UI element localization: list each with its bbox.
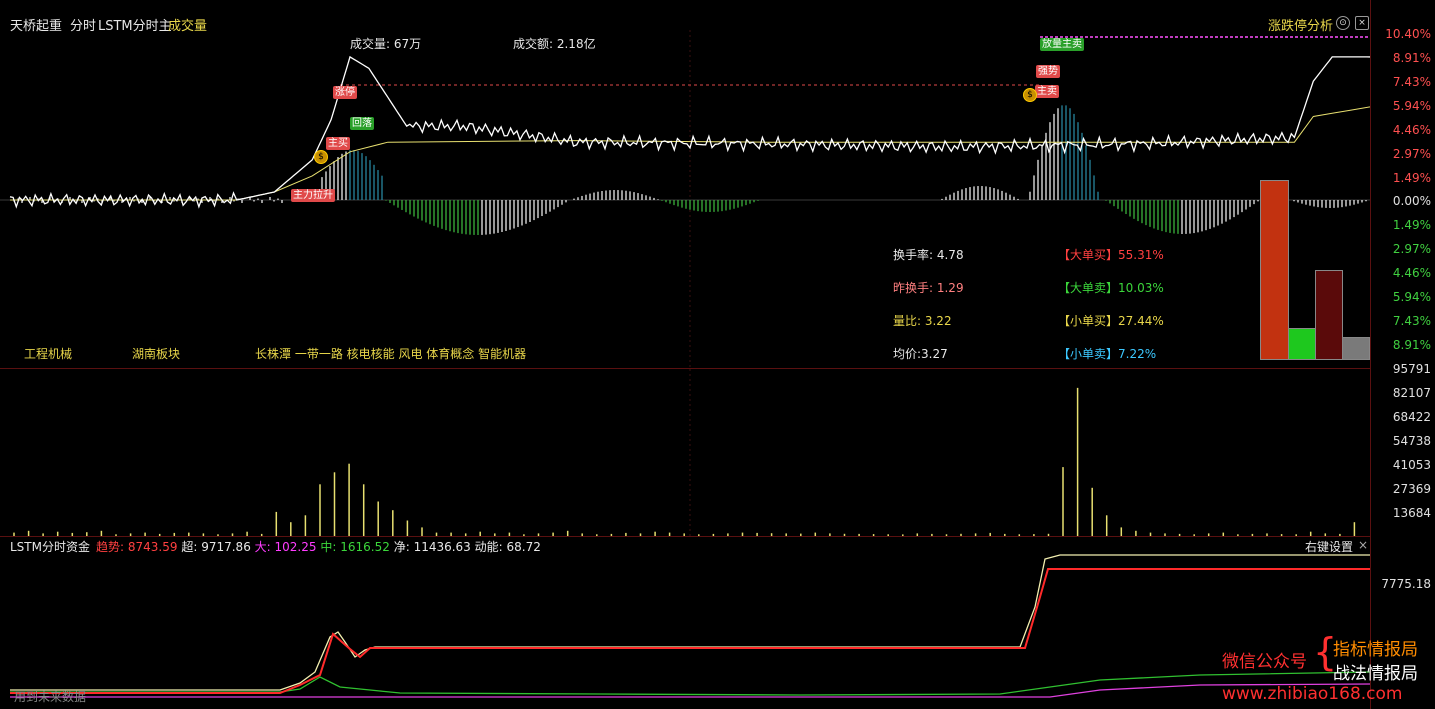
prev-turnover: 昨换手: 1.29 xyxy=(893,281,964,295)
volume-chart[interactable] xyxy=(0,369,1370,536)
price-axis-down-1: 2.97% xyxy=(1392,242,1431,256)
price-axis-up-1: 8.91% xyxy=(1392,51,1431,65)
lstm-chart[interactable] xyxy=(0,537,1370,709)
future-data-note: 用到未来数据 xyxy=(14,690,87,704)
volume-axis-1: 82107 xyxy=(1392,386,1431,400)
volume-axis-2: 68422 xyxy=(1392,410,1431,424)
big-buy-value: 55.31% xyxy=(1118,248,1164,262)
price-chart[interactable] xyxy=(0,0,1370,368)
tag-strong: 强势 xyxy=(1036,65,1060,78)
price-axis-up-6: 1.49% xyxy=(1392,171,1431,185)
big-buy-bar xyxy=(1260,180,1289,360)
industry-sector[interactable]: 工程机械 xyxy=(24,345,72,362)
coin-icon-2: $ xyxy=(1023,88,1037,102)
volume-axis-0: 95791 xyxy=(1392,362,1431,376)
volume-axis-3: 54738 xyxy=(1392,434,1431,448)
watermark-url: www.zhibiao168.com xyxy=(1222,684,1403,704)
price-axis-down-5: 8.91% xyxy=(1392,338,1431,352)
price-axis-up-3: 5.94% xyxy=(1392,99,1431,113)
small-buy-row: 【小单买】27.44% xyxy=(1058,312,1164,329)
tag-main-break: 主力拉升 xyxy=(291,189,335,202)
right-axis-separator xyxy=(1370,0,1371,709)
volume-bars xyxy=(13,387,1356,536)
small-sell-bar xyxy=(1342,337,1370,360)
big-buy-row: 【大单买】55.31% xyxy=(1058,246,1164,263)
small-sell-label: 【小单卖】 xyxy=(1058,347,1119,361)
tag-pullback: 回落 xyxy=(350,117,374,130)
lstm-axis-value: 7775.18 xyxy=(1381,577,1431,591)
big-buy-label: 【大单买】 xyxy=(1058,248,1119,262)
watermark-line1: 指标情报局 xyxy=(1333,640,1418,660)
turnover-rate: 换手率: 4.78 xyxy=(893,248,964,262)
price-axis-zero: 0.00% xyxy=(1392,194,1431,208)
tag-main-buy: 主买 xyxy=(326,137,350,150)
concept-sectors[interactable]: 长株潭 一带一路 核电核能 风电 体育概念 智能机器 xyxy=(255,345,526,362)
trend-line xyxy=(10,568,1370,694)
small-sell-value: 7.22% xyxy=(1118,347,1157,361)
region-sector[interactable]: 湖南板块 xyxy=(132,345,180,362)
price-axis-up-4: 4.46% xyxy=(1392,123,1431,137)
big-sell-value: 10.03% xyxy=(1118,281,1164,295)
mid-flow-line xyxy=(10,671,1370,696)
price-axis-up-5: 2.97% xyxy=(1392,147,1431,161)
tag-limit-up: 涨停 xyxy=(333,86,357,99)
coin-icon: $ xyxy=(314,150,328,164)
small-sell-row: 【小单卖】7.22% xyxy=(1058,345,1156,362)
tag-volume-main-sell: 放量主卖 xyxy=(1040,38,1084,51)
tag-main-sell: 主卖 xyxy=(1035,85,1059,98)
volume-axis-4: 41053 xyxy=(1392,458,1431,472)
price-axis-up-0: 10.40% xyxy=(1385,27,1431,41)
average-price: 均价:3.27 xyxy=(893,347,948,361)
volume-ratio: 量比: 3.22 xyxy=(893,314,952,328)
big-sell-bar xyxy=(1315,270,1343,360)
price-axis-down-0: 1.49% xyxy=(1392,218,1431,232)
big-sell-row: 【大单卖】10.03% xyxy=(1058,279,1164,296)
price-axis-up-2: 7.43% xyxy=(1392,75,1431,89)
volume-axis-6: 13684 xyxy=(1392,506,1431,520)
watermark-wechat: 微信公众号 xyxy=(1222,652,1307,672)
volume-axis-5: 27369 xyxy=(1392,482,1431,496)
small-buy-value: 27.44% xyxy=(1118,314,1164,328)
watermark-line2: 战法情报局 xyxy=(1333,664,1418,684)
small-buy-label: 【小单买】 xyxy=(1058,314,1119,328)
price-axis-down-4: 7.43% xyxy=(1392,314,1431,328)
big-sell-label: 【大单卖】 xyxy=(1058,281,1119,295)
super-flow-line xyxy=(10,554,1370,691)
price-axis-down-2: 4.46% xyxy=(1392,266,1431,280)
small-buy-bar xyxy=(1288,328,1316,360)
price-axis-down-3: 5.94% xyxy=(1392,290,1431,304)
